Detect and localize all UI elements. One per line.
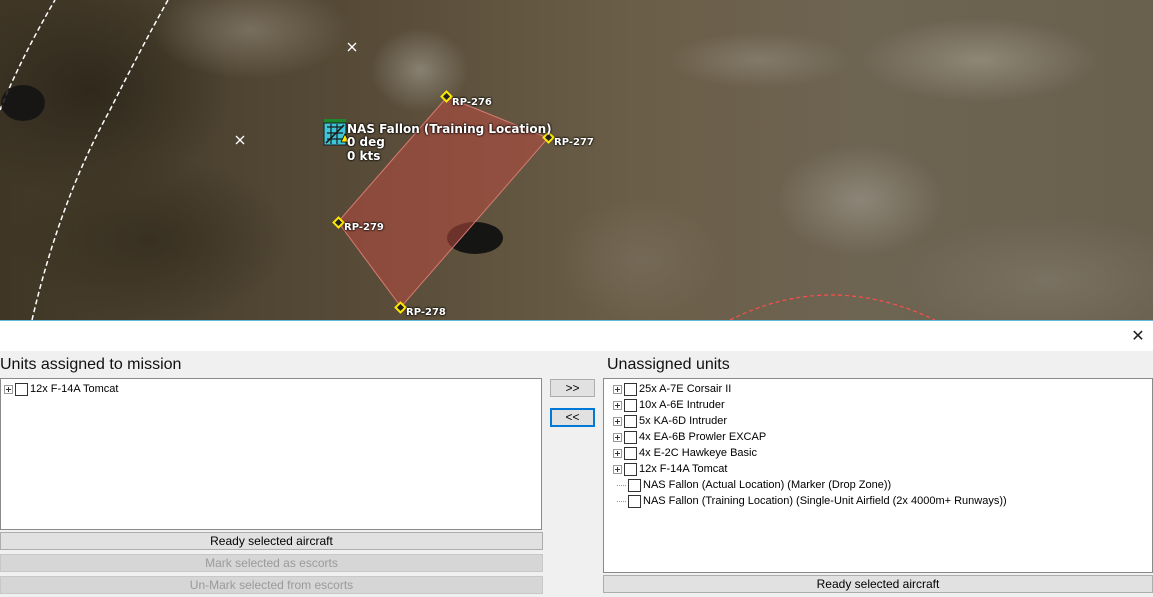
tree-item[interactable]: 25x A-7E Corsair II <box>613 381 731 397</box>
unassigned-units-heading: Unassigned units <box>607 356 730 373</box>
boundary-line <box>31 0 169 320</box>
expand-icon[interactable] <box>613 416 622 426</box>
tree-item[interactable]: 12x F-14A Tomcat <box>613 461 727 477</box>
range-ring <box>729 294 936 320</box>
checkbox[interactable] <box>624 430 637 444</box>
checkbox[interactable] <box>628 494 641 508</box>
rp-276-label: RP-276 <box>452 97 492 108</box>
tree-item[interactable]: 5x KA-6D Intruder <box>613 413 727 429</box>
unmark-escorts-button[interactable]: Un-Mark selected from escorts <box>0 576 543 594</box>
tactical-map[interactable]: RP-276 RP-277 RP-278 RP-279 NAS Fallon (… <box>0 0 1153 320</box>
tree-item-label: 4x EA-6B Prowler EXCAP <box>639 431 767 443</box>
checkbox[interactable] <box>624 414 637 428</box>
mission-units-panel: ✕ Units assigned to mission 12x F-14A To… <box>0 320 1153 597</box>
expand-icon[interactable] <box>613 384 622 394</box>
unit-heading-label: 0 deg <box>347 135 385 149</box>
tree-connector <box>617 500 626 502</box>
unassigned-units-list[interactable]: 25x A-7E Corsair II 10x A-6E Intruder 5x… <box>603 378 1153 573</box>
tree-item[interactable]: NAS Fallon (Actual Location) (Marker (Dr… <box>617 477 891 493</box>
ready-selected-aircraft-button[interactable]: Ready selected aircraft <box>0 532 543 550</box>
checkbox[interactable] <box>15 382 28 396</box>
checkbox[interactable] <box>624 446 637 460</box>
tree-item-label: 4x E-2C Hawkeye Basic <box>639 447 757 459</box>
airfield-icon <box>323 119 350 146</box>
panel-titlebar: ✕ <box>0 321 1153 351</box>
checkbox[interactable] <box>624 462 637 476</box>
checkbox[interactable] <box>628 478 641 492</box>
lake <box>1 85 45 121</box>
tree-item[interactable]: 4x E-2C Hawkeye Basic <box>613 445 757 461</box>
tree-item[interactable]: NAS Fallon (Training Location) (Single-U… <box>617 493 1007 509</box>
checkbox[interactable] <box>624 398 637 412</box>
close-button[interactable]: ✕ <box>1127 325 1149 347</box>
tree-connector <box>617 484 626 486</box>
unit-speed-label: 0 kts <box>347 149 381 163</box>
cross-marker <box>235 135 245 145</box>
tree-item[interactable]: 10x A-6E Intruder <box>613 397 725 413</box>
rp-279-label: RP-279 <box>344 222 384 233</box>
rp-277-label: RP-277 <box>554 137 594 148</box>
expand-icon[interactable] <box>613 448 622 458</box>
mark-escorts-button[interactable]: Mark selected as escorts <box>0 554 543 572</box>
checkbox[interactable] <box>624 382 637 396</box>
tree-item-label: 5x KA-6D Intruder <box>639 415 728 427</box>
assign-units-button[interactable]: >> <box>550 379 595 397</box>
rp-278-label: RP-278 <box>406 307 446 318</box>
expand-icon[interactable] <box>613 432 622 442</box>
assigned-units-heading: Units assigned to mission <box>0 356 182 373</box>
map-overlay <box>0 0 936 320</box>
tree-item-label: NAS Fallon (Actual Location) (Marker (Dr… <box>643 479 892 491</box>
unassigned-ready-selected-aircraft-button[interactable]: Ready selected aircraft <box>603 575 1153 593</box>
expand-icon[interactable] <box>4 384 13 394</box>
cross-marker <box>347 42 357 52</box>
tree-item-label: 12x F-14A Tomcat <box>639 463 728 475</box>
expand-icon[interactable] <box>613 400 622 410</box>
tree-item-label: 12x F-14A Tomcat <box>30 383 119 395</box>
tree-item-label: 10x A-6E Intruder <box>639 399 725 411</box>
expand-icon[interactable] <box>613 464 622 474</box>
assigned-units-list[interactable]: 12x F-14A Tomcat <box>0 378 542 530</box>
tree-item-label: 25x A-7E Corsair II <box>639 383 732 395</box>
unassign-units-button[interactable]: << <box>550 408 595 427</box>
tree-item-label: NAS Fallon (Training Location) (Single-U… <box>643 495 1007 507</box>
tree-item[interactable]: 4x EA-6B Prowler EXCAP <box>613 429 766 445</box>
tree-item[interactable]: 12x F-14A Tomcat <box>4 381 118 397</box>
